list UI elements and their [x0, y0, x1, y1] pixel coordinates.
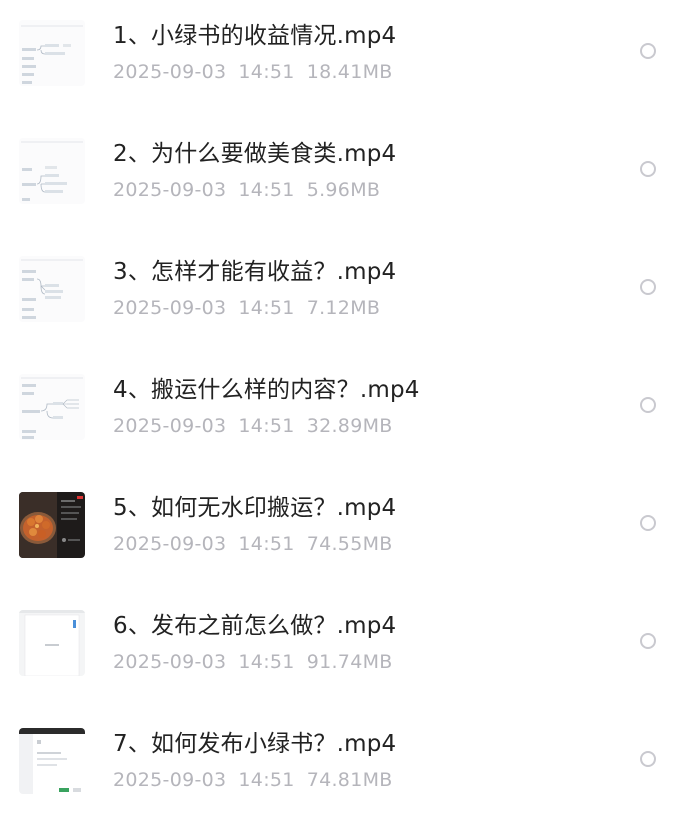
mindmap-thumbnail-icon: [19, 374, 85, 440]
file-size: 18.41MB: [306, 61, 393, 83]
select-radio[interactable]: [640, 43, 656, 59]
document-thumbnail-icon: [19, 610, 85, 676]
select-radio[interactable]: [640, 633, 656, 649]
file-name: 6、发布之前怎么做？.mp4: [113, 613, 397, 639]
file-name: 5、如何无水印搬运？.mp4: [113, 495, 397, 521]
file-meta: 2025-09-03 14:51 74.81MB: [113, 768, 405, 792]
file-size: 32.89MB: [306, 415, 393, 437]
file-date: 2025-09-03: [113, 533, 227, 555]
mindmap-thumbnail-icon: [19, 138, 85, 204]
select-radio[interactable]: [640, 751, 656, 767]
mindmap-thumbnail-icon: [19, 20, 85, 86]
file-size: 5.96MB: [306, 179, 381, 201]
file-time: 14:51: [238, 533, 295, 555]
file-name: 7、如何发布小绿书？.mp4: [113, 731, 397, 757]
file-date: 2025-09-03: [113, 415, 227, 437]
mindmap-thumbnail-icon: [19, 256, 85, 322]
file-date: 2025-09-03: [113, 297, 227, 319]
food-video-thumbnail-icon: [19, 492, 85, 558]
file-date: 2025-09-03: [113, 61, 227, 83]
file-meta: 2025-09-03 14:51 7.12MB: [113, 296, 392, 320]
file-time: 14:51: [238, 179, 295, 201]
screen-thumbnail-icon: [19, 728, 85, 794]
select-radio[interactable]: [640, 161, 656, 177]
file-row[interactable]: 3、怎样才能有收益？.mp4 2025-09-03 14:51 7.12MB: [0, 236, 684, 354]
file-meta: 2025-09-03 14:51 32.89MB: [113, 414, 405, 438]
file-date: 2025-09-03: [113, 651, 227, 673]
file-date: 2025-09-03: [113, 769, 227, 791]
file-meta: 2025-09-03 14:51 18.41MB: [113, 60, 405, 84]
file-name: 4、搬运什么样的内容？.mp4: [113, 377, 420, 403]
file-name: 3、怎样才能有收益？.mp4: [113, 259, 397, 285]
file-size: 91.74MB: [306, 651, 393, 673]
file-name: 2、为什么要做美食类.mp4: [113, 141, 397, 167]
file-meta: 2025-09-03 14:51 5.96MB: [113, 178, 392, 202]
file-time: 14:51: [238, 651, 295, 673]
file-size: 7.12MB: [306, 297, 381, 319]
select-radio[interactable]: [640, 279, 656, 295]
file-date: 2025-09-03: [113, 179, 227, 201]
select-radio[interactable]: [640, 397, 656, 413]
file-time: 14:51: [238, 61, 295, 83]
file-row[interactable]: 7、如何发布小绿书？.mp4 2025-09-03 14:51 74.81MB: [0, 708, 684, 826]
file-time: 14:51: [238, 415, 295, 437]
file-time: 14:51: [238, 297, 295, 319]
file-size: 74.55MB: [306, 533, 393, 555]
select-radio[interactable]: [640, 515, 656, 531]
file-name: 1、小绿书的收益情况.mp4: [113, 23, 397, 49]
file-meta: 2025-09-03 14:51 91.74MB: [113, 650, 405, 674]
file-row[interactable]: 6、发布之前怎么做？.mp4 2025-09-03 14:51 91.74MB: [0, 590, 684, 708]
file-row[interactable]: 5、如何无水印搬运？.mp4 2025-09-03 14:51 74.55MB: [0, 472, 684, 590]
file-time: 14:51: [238, 769, 295, 791]
file-row[interactable]: 1、小绿书的收益情况.mp4 2025-09-03 14:51 18.41MB: [0, 0, 684, 118]
file-row[interactable]: 2、为什么要做美食类.mp4 2025-09-03 14:51 5.96MB: [0, 118, 684, 236]
file-list: 1、小绿书的收益情况.mp4 2025-09-03 14:51 18.41MB 2、…: [0, 0, 684, 817]
file-meta: 2025-09-03 14:51 74.55MB: [113, 532, 405, 556]
file-row[interactable]: 4、搬运什么样的内容？.mp4 2025-09-03 14:51 32.89MB: [0, 354, 684, 472]
file-size: 74.81MB: [306, 769, 393, 791]
